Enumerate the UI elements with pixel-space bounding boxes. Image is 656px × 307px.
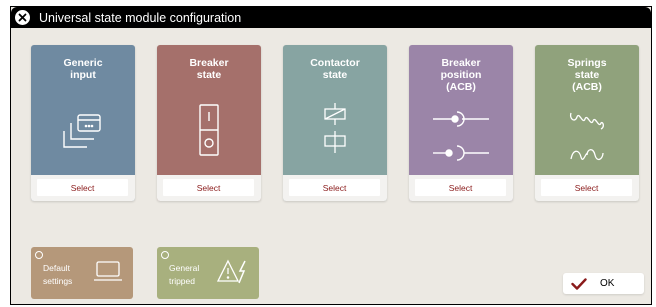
springs-state-icon <box>535 107 639 167</box>
checkmark-icon <box>571 277 587 290</box>
warning-lightning-icon <box>216 259 249 290</box>
card-label: Generic input <box>63 57 103 81</box>
select-button[interactable]: Select <box>415 179 506 196</box>
card-breaker-position[interactable]: Breaker position (ACB) Select <box>409 45 513 201</box>
ok-button[interactable]: OK <box>563 273 644 294</box>
config-dialog: Universal state module configuration Gen… <box>10 6 652 305</box>
card-springs-state[interactable]: Springs state (ACB) Select <box>535 45 639 201</box>
select-button[interactable]: Select <box>541 179 632 196</box>
card-label: Breaker position (ACB) <box>440 57 482 93</box>
radio-indicator <box>35 251 43 259</box>
radio-indicator <box>161 251 169 259</box>
select-button[interactable]: Select <box>37 179 128 196</box>
contactor-state-icon <box>283 101 387 157</box>
breaker-state-icon <box>157 103 261 157</box>
close-button[interactable] <box>15 10 30 25</box>
tile-default-settings[interactable]: Default settings <box>31 247 133 299</box>
tile-label: Default settings <box>43 263 73 286</box>
card-contactor-state[interactable]: Contactor state Select <box>283 45 387 201</box>
title-bar: Universal state module configuration <box>11 7 651 28</box>
tile-general-tripped[interactable]: General tripped <box>157 247 259 299</box>
card-label: Contactor state <box>310 57 360 81</box>
dialog-title: Universal state module configuration <box>39 10 242 25</box>
tile-label: General tripped <box>169 263 200 286</box>
select-button[interactable]: Select <box>163 179 254 196</box>
card-generic-input[interactable]: Generic input Select <box>31 45 135 201</box>
card-label: Springs state (ACB) <box>567 57 607 93</box>
breaker-position-icon <box>409 109 513 165</box>
select-button[interactable]: Select <box>289 179 380 196</box>
close-icon <box>18 13 27 22</box>
laptop-icon <box>93 259 123 288</box>
card-label: Breaker state <box>189 57 229 81</box>
card-breaker-state[interactable]: Breaker state Select <box>157 45 261 201</box>
generic-input-icon <box>31 113 135 153</box>
ok-label: OK <box>600 278 615 289</box>
